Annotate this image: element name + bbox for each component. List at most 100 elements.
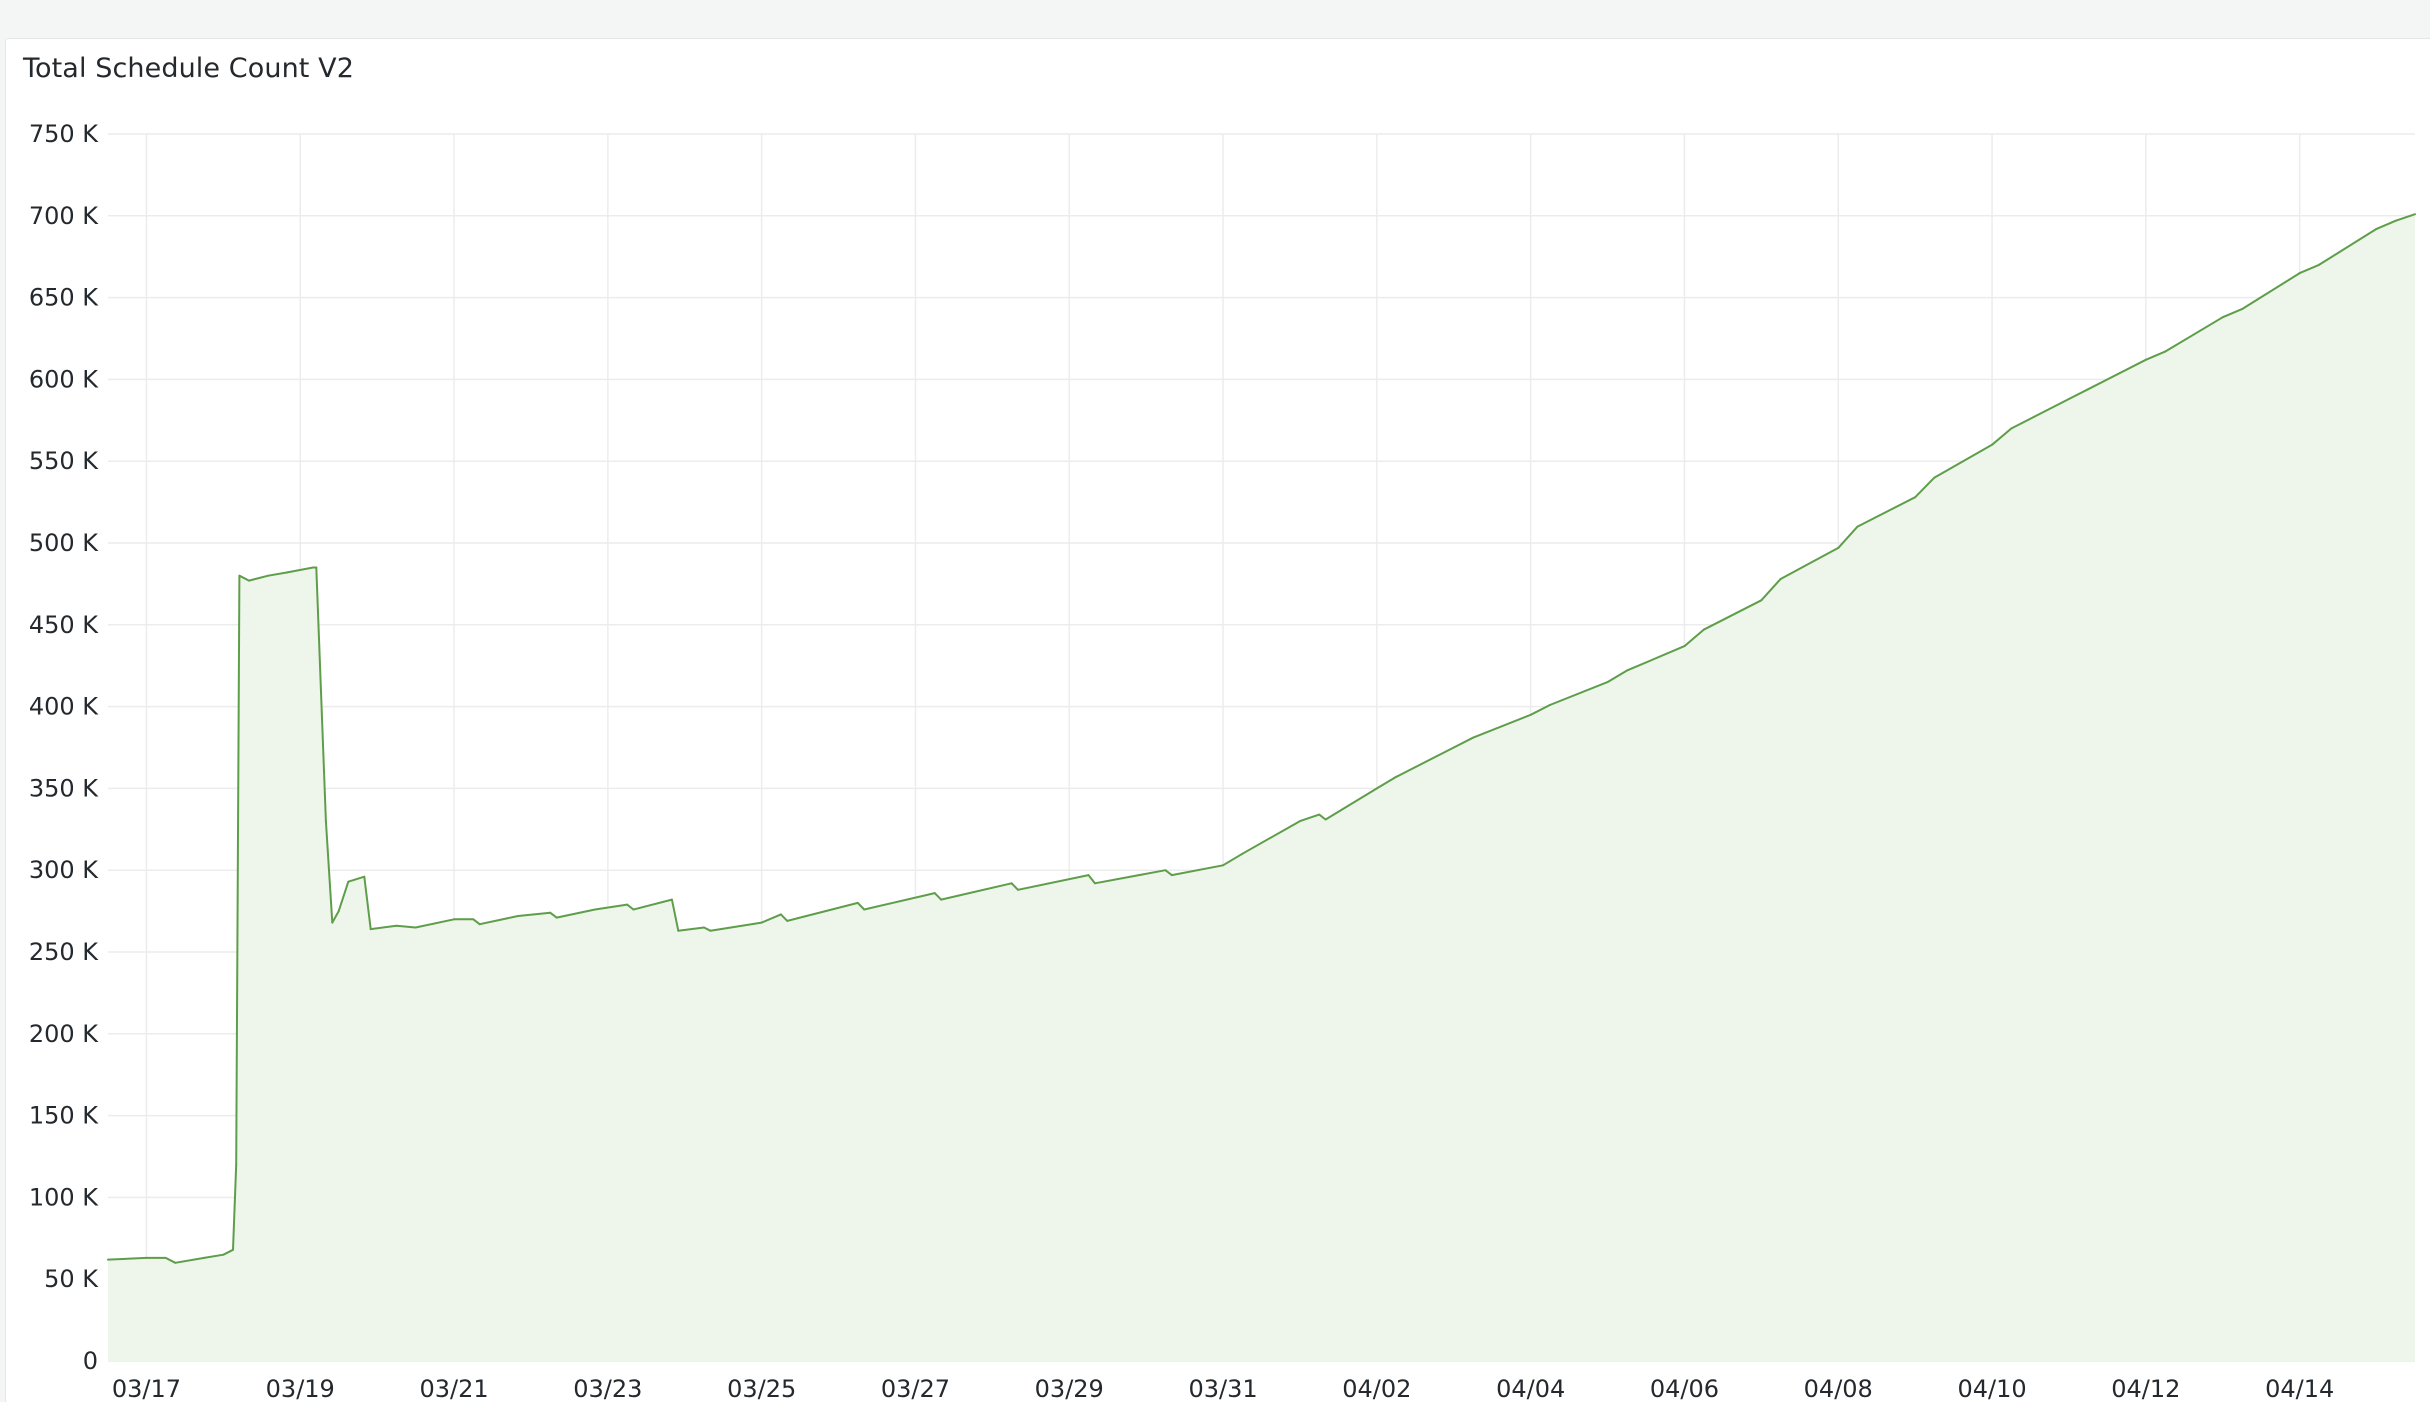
x-tick-label: 03/27	[881, 1375, 950, 1402]
data-point	[472, 918, 475, 921]
data-point	[1914, 496, 1917, 499]
y-tick-label: 0	[83, 1347, 98, 1375]
data-point	[1017, 888, 1019, 891]
data-point	[232, 1248, 234, 1251]
data-point	[594, 908, 596, 911]
x-tick-label: 03/17	[112, 1375, 181, 1402]
data-point	[1625, 669, 1628, 672]
data-point	[164, 1256, 167, 1259]
x-tick-label: 03/29	[1035, 1375, 1104, 1402]
data-point	[235, 1163, 238, 1166]
data-point	[1529, 713, 1532, 716]
data-point	[2087, 388, 2090, 391]
data-point	[1170, 874, 1173, 877]
data-point	[1318, 813, 1321, 816]
x-tick-label: 03/23	[573, 1375, 642, 1402]
x-tick-label: 03/21	[419, 1375, 488, 1402]
data-point	[632, 908, 635, 911]
data-point	[1222, 864, 1224, 867]
data-point	[1010, 882, 1013, 885]
data-point	[1683, 645, 1686, 648]
x-tick-label: 04/10	[1957, 1375, 2026, 1402]
schedule-count-chart[interactable]: 0 50 K 100 K 150 K 200 K 250 K 300 K 350 K 400 K…	[0, 0, 2430, 1402]
data-point	[286, 571, 289, 574]
y-tick-label: 350 K	[29, 774, 99, 802]
data-point	[369, 928, 372, 931]
data-point	[2414, 213, 2416, 216]
data-point	[760, 921, 763, 924]
x-tick-label: 04/02	[1342, 1375, 1411, 1402]
data-point	[248, 579, 250, 582]
data-point	[670, 898, 673, 901]
data-point	[517, 915, 520, 917]
data-point	[2394, 219, 2397, 222]
data-point	[786, 919, 789, 922]
x-tick-label: 04/12	[2111, 1375, 2180, 1402]
data-point	[677, 929, 680, 932]
data-point	[1093, 882, 1096, 885]
data-point	[1548, 704, 1551, 706]
data-point	[1299, 820, 1301, 823]
data-point	[2241, 308, 2243, 311]
data-point	[1606, 681, 1609, 684]
x-tick-label: 04/06	[1650, 1375, 1719, 1402]
y-tick-label: 750 K	[29, 120, 99, 148]
data-point	[703, 926, 705, 929]
data-point	[709, 929, 712, 932]
data-point	[779, 913, 782, 916]
data-point	[2221, 316, 2224, 319]
y-tick-label: 300 K	[29, 856, 99, 884]
data-point	[1779, 578, 1782, 580]
data-point	[315, 566, 318, 569]
y-tick-label: 550 K	[29, 447, 99, 475]
x-tick-label: 03/19	[266, 1375, 335, 1402]
data-point	[626, 903, 629, 906]
data-point	[478, 923, 481, 926]
y-tick-label: 200 K	[29, 1020, 99, 1048]
data-point	[395, 924, 398, 927]
data-point	[331, 921, 334, 924]
data-point	[324, 820, 327, 823]
y-tick-label: 250 K	[29, 938, 99, 966]
data-point	[555, 916, 558, 919]
data-point	[1324, 818, 1327, 821]
y-tick-label: 450 K	[29, 611, 99, 639]
data-point	[312, 566, 315, 569]
y-axis: 0 50 K 100 K 150 K 200 K 250 K 300 K 350 K 400 K…	[29, 120, 99, 1375]
data-point	[347, 880, 350, 883]
data-point	[1375, 787, 1378, 790]
data-point	[1472, 736, 1474, 739]
x-tick-label: 04/04	[1496, 1375, 1565, 1402]
data-point	[2298, 272, 2301, 275]
data-point	[1856, 525, 1859, 528]
data-point	[940, 898, 943, 901]
data-point	[549, 911, 552, 914]
data-point	[174, 1261, 177, 1264]
data-point	[2144, 358, 2147, 361]
data-point	[933, 892, 936, 895]
data-point	[2010, 427, 2013, 430]
data-point	[1933, 476, 1936, 479]
y-tick-label: 50 K	[44, 1265, 99, 1293]
data-point	[2067, 398, 2070, 400]
y-tick-label: 100 K	[29, 1183, 99, 1211]
data-point	[1991, 443, 1993, 446]
data-point	[1837, 546, 1840, 549]
x-axis: 03/17 03/19 03/21 03/23 03/25 03/27 03/29 03/31…	[112, 1375, 2334, 1402]
x-tick-label: 03/25	[727, 1375, 796, 1402]
y-tick-label: 150 K	[29, 1102, 99, 1130]
data-point	[1395, 775, 1398, 778]
data-point	[2375, 227, 2378, 230]
y-tick-label: 650 K	[29, 284, 99, 312]
data-point	[267, 574, 270, 577]
data-point	[363, 875, 366, 878]
x-tick-label: 03/31	[1188, 1375, 1257, 1402]
y-tick-label: 500 K	[29, 529, 99, 557]
data-point	[1702, 628, 1705, 631]
data-point	[238, 574, 241, 577]
data-point	[337, 910, 340, 913]
data-point	[1164, 869, 1167, 872]
data-point	[1452, 746, 1455, 749]
data-point	[2317, 263, 2320, 266]
data-point	[145, 1256, 148, 1259]
